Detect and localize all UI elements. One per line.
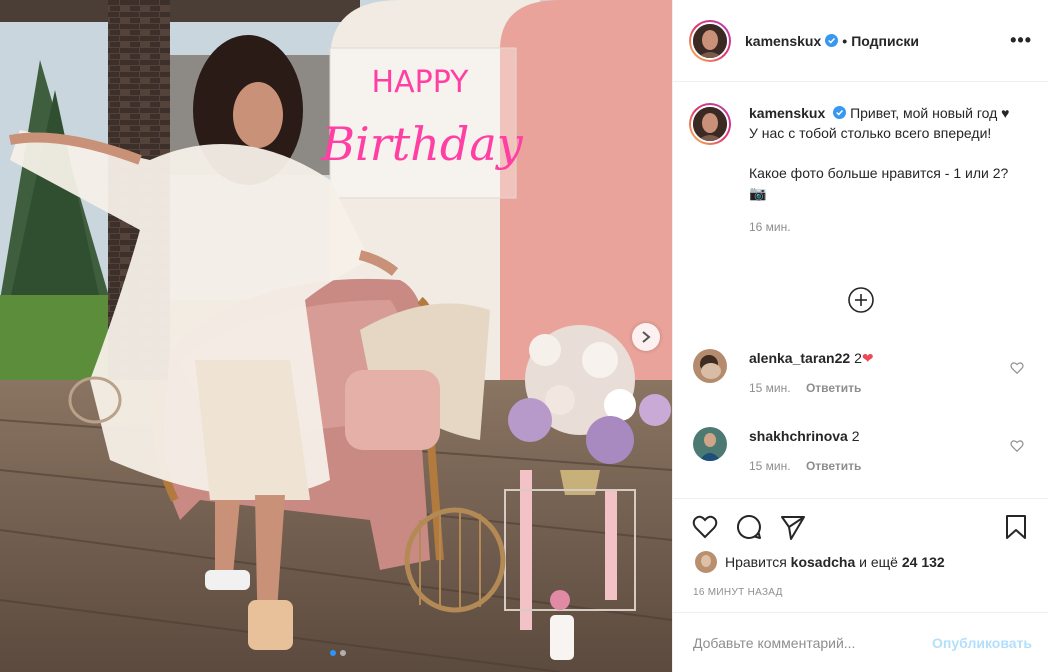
author-avatar[interactable] bbox=[689, 19, 731, 62]
liker-username[interactable]: kosadcha bbox=[791, 554, 856, 570]
likes-middle: и ещё bbox=[859, 554, 898, 570]
comment-like-heart-icon[interactable] bbox=[1010, 439, 1024, 453]
share-paper-plane-icon[interactable] bbox=[779, 513, 807, 541]
avatar-image bbox=[695, 551, 717, 573]
post-side-panel: kamenskux • Подписки ••• kamenskux Приве… bbox=[672, 0, 1048, 672]
photo-scene: HAPPY Birthday bbox=[0, 0, 672, 672]
caption-avatar[interactable] bbox=[689, 103, 731, 145]
caption-time: 16 мин. bbox=[749, 220, 791, 234]
comment-time: 15 мин. bbox=[749, 459, 791, 473]
comments-list[interactable]: kamenskux Привет, мой новый год ♥ У нас … bbox=[673, 83, 1048, 498]
verified-badge-icon bbox=[825, 34, 839, 47]
carousel-dot-active bbox=[330, 650, 336, 656]
comment-text: 2 bbox=[851, 428, 860, 444]
carousel-dot bbox=[340, 650, 346, 656]
following-button[interactable]: Подписки bbox=[851, 33, 919, 49]
load-more-comments-button[interactable] bbox=[847, 286, 875, 314]
post-photo[interactable]: HAPPY Birthday bbox=[0, 0, 672, 672]
avatar-image bbox=[693, 349, 727, 383]
heart-emoji: ❤ bbox=[861, 350, 874, 366]
posted-time[interactable]: 16 МИНУТ НАЗАД bbox=[693, 587, 783, 598]
commenter-avatar[interactable] bbox=[693, 349, 727, 383]
author-username[interactable]: kamenskux bbox=[745, 33, 821, 49]
carousel-indicator bbox=[330, 650, 346, 656]
commenter-username[interactable]: shakhchrinova bbox=[749, 428, 848, 444]
comment-text: 2 bbox=[854, 350, 862, 366]
commenter-avatar[interactable] bbox=[693, 427, 727, 461]
comment-time: 15 мин. bbox=[749, 381, 791, 395]
avatar-image bbox=[693, 23, 727, 58]
commenter-username[interactable]: alenka_taran22 bbox=[749, 350, 850, 366]
caption-username[interactable]: kamenskux bbox=[749, 105, 825, 121]
neon-happy-text: HAPPY bbox=[372, 65, 470, 100]
post-actions: Нравится kosadcha и ещё 24 132 16 МИНУТ … bbox=[673, 498, 1048, 612]
more-options-icon[interactable]: ••• bbox=[1010, 30, 1032, 51]
likes-count[interactable]: 24 132 bbox=[902, 554, 945, 570]
avatar-image bbox=[693, 427, 727, 461]
likes-summary[interactable]: Нравится kosadcha и ещё 24 132 bbox=[695, 551, 945, 573]
caption-text-block: kamenskux Привет, мой новый год ♥ У нас … bbox=[749, 103, 1019, 237]
like-heart-icon[interactable] bbox=[691, 513, 719, 541]
comment-bubble-icon[interactable] bbox=[735, 513, 763, 541]
carousel-next-button[interactable] bbox=[632, 323, 660, 351]
comment-input[interactable] bbox=[693, 634, 933, 651]
comment-like-heart-icon[interactable] bbox=[1010, 361, 1024, 375]
chevron-right-icon bbox=[642, 331, 651, 343]
liker-avatar bbox=[695, 551, 717, 573]
likes-prefix: Нравится bbox=[725, 554, 787, 570]
avatar-image bbox=[693, 107, 727, 141]
comment-item: shakhchrinova 2 15 мин. Ответить bbox=[693, 427, 1032, 475]
add-comment-bar: Опубликовать bbox=[673, 612, 1048, 672]
header-separator: • bbox=[842, 32, 848, 49]
neon-birthday-text: Birthday bbox=[320, 117, 523, 171]
reply-button[interactable]: Ответить bbox=[806, 381, 861, 395]
post-header: kamenskux • Подписки ••• bbox=[673, 0, 1048, 82]
plus-circle-icon bbox=[848, 287, 874, 313]
verified-badge-icon bbox=[833, 106, 847, 119]
publish-button[interactable]: Опубликовать bbox=[932, 635, 1032, 651]
save-bookmark-icon[interactable] bbox=[1002, 513, 1030, 541]
caption-text-second: Какое фото больше нравится - 1 или 2?📷 bbox=[749, 165, 1009, 201]
reply-button[interactable]: Ответить bbox=[806, 459, 861, 473]
comment-item: alenka_taran22 2❤ 15 мин. Ответить bbox=[693, 349, 1032, 397]
post-caption: kamenskux Привет, мой новый год ♥ У нас … bbox=[673, 83, 1048, 237]
